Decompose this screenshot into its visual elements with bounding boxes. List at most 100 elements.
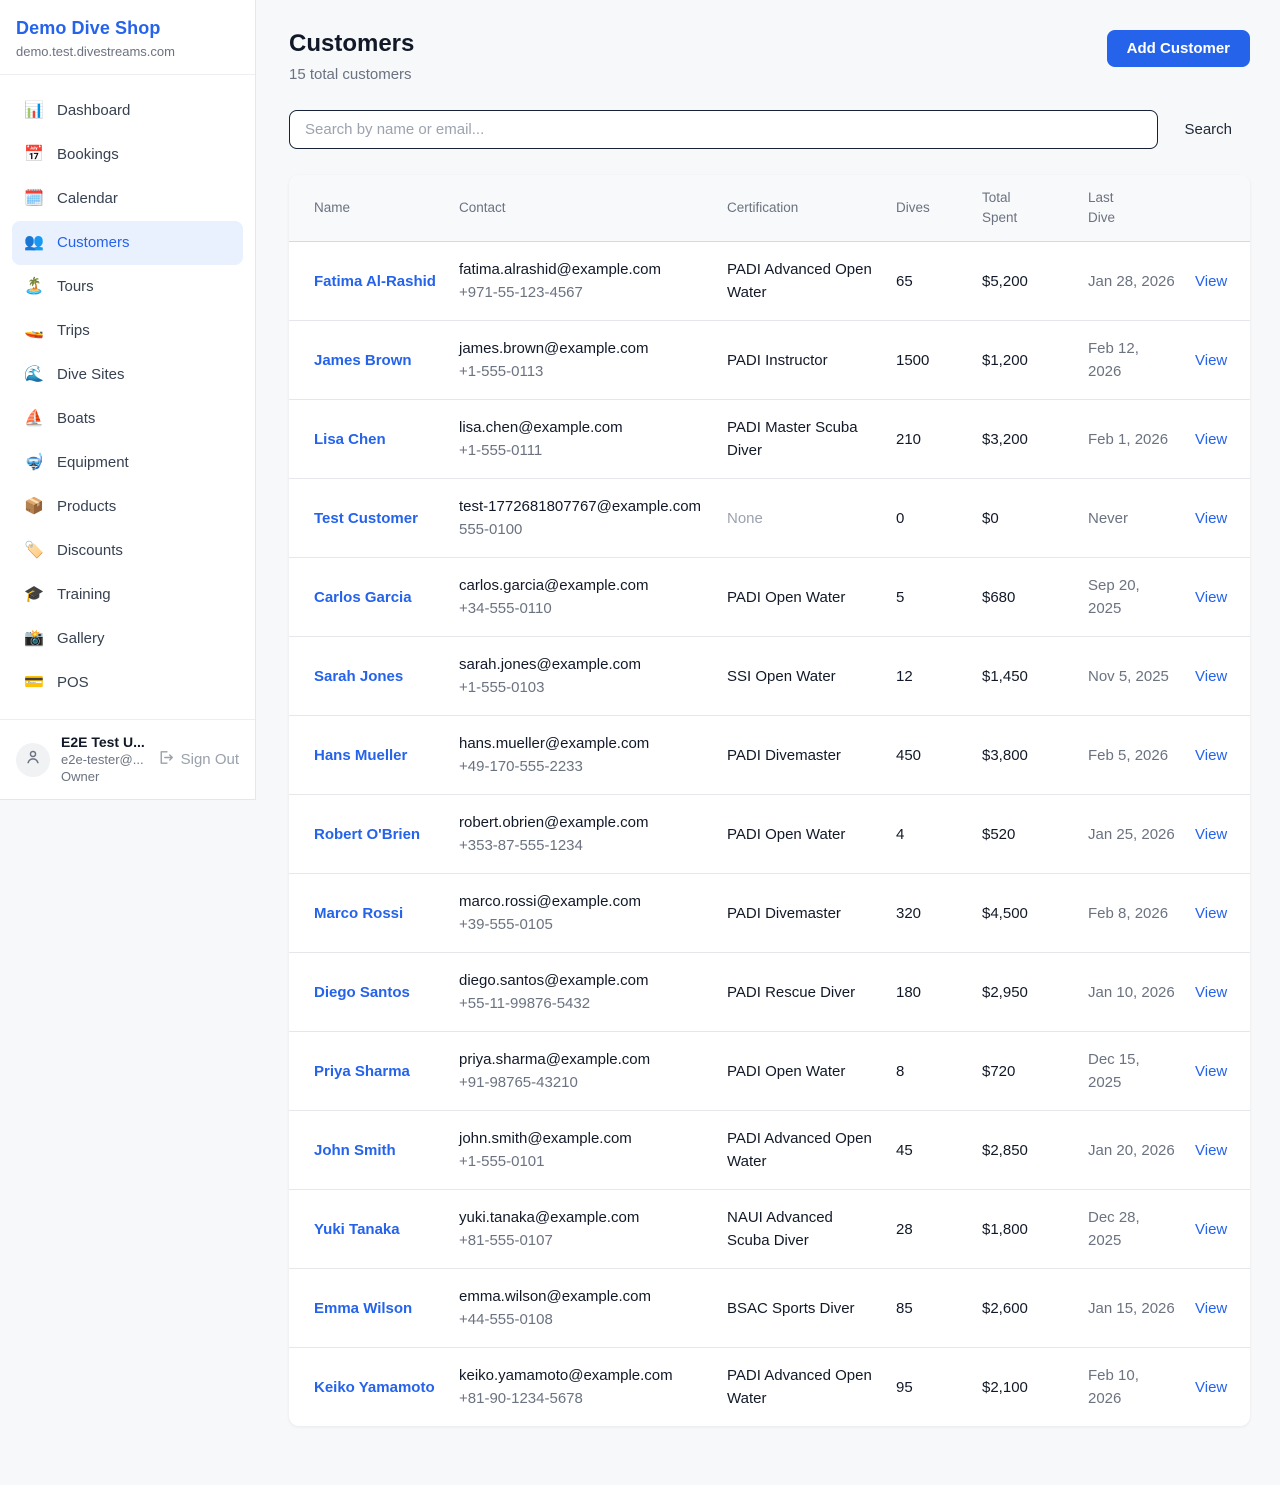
sidebar-item-equipment[interactable]: 🤿 Equipment <box>12 441 243 485</box>
customer-email: james.brown@example.com <box>459 337 707 360</box>
speedboat-icon: 🚤 <box>24 319 44 343</box>
customer-name-link[interactable]: Carlos Garcia <box>314 589 412 606</box>
sidebar-item-bookings[interactable]: 📅 Bookings <box>12 133 243 177</box>
customer-dives: 28 <box>896 1190 982 1269</box>
view-link[interactable]: View <box>1195 1379 1227 1396</box>
sidebar-item-label: Bookings <box>57 143 119 167</box>
sidebar-item-label: Boats <box>57 407 95 431</box>
sidebar-item-dashboard[interactable]: 📊 Dashboard <box>12 89 243 133</box>
table-row: Hans Mueller hans.mueller@example.com +4… <box>289 716 1250 795</box>
sidebar-item-boats[interactable]: ⛵ Boats <box>12 397 243 441</box>
view-link[interactable]: View <box>1195 1221 1227 1238</box>
customer-email: keiko.yamamoto@example.com <box>459 1364 707 1387</box>
customer-name-link[interactable]: Priya Sharma <box>314 1063 410 1080</box>
customer-name-link[interactable]: Robert O'Brien <box>314 826 420 843</box>
view-link[interactable]: View <box>1195 1300 1227 1317</box>
view-link[interactable]: View <box>1195 273 1227 290</box>
sidebar-header: Demo Dive Shop demo.test.divestreams.com <box>0 0 255 75</box>
sidebar-item-label: Products <box>57 495 116 519</box>
customer-name-link[interactable]: Emma Wilson <box>314 1300 412 1317</box>
user-meta: E2E Test U... e2e-tester@... Owner <box>61 734 145 785</box>
customer-name-link[interactable]: Marco Rossi <box>314 905 403 922</box>
table-row: Emma Wilson emma.wilson@example.com +44-… <box>289 1269 1250 1348</box>
sidebar-item-trips[interactable]: 🚤 Trips <box>12 309 243 353</box>
table-row: Yuki Tanaka yuki.tanaka@example.com +81-… <box>289 1190 1250 1269</box>
spiral-calendar-icon: 🗓️ <box>24 187 44 211</box>
view-link[interactable]: View <box>1195 905 1227 922</box>
customer-name-link[interactable]: Test Customer <box>314 510 418 527</box>
customer-email: hans.mueller@example.com <box>459 732 707 755</box>
customer-total-spent: $680 <box>982 558 1088 637</box>
sidebar-item-dive-sites[interactable]: 🌊 Dive Sites <box>12 353 243 397</box>
customer-name-link[interactable]: Hans Mueller <box>314 747 407 764</box>
customer-dives: 450 <box>896 716 982 795</box>
customer-last-dive: Feb 12, 2026 <box>1088 321 1195 400</box>
table-row: Keiko Yamamoto keiko.yamamoto@example.co… <box>289 1348 1250 1427</box>
column-header-certification: Certification <box>727 175 896 242</box>
sidebar-item-label: Calendar <box>57 187 118 211</box>
customer-phone: +91-98765-43210 <box>459 1071 707 1094</box>
customer-last-dive: Feb 5, 2026 <box>1088 716 1195 795</box>
customer-certification: NAUI Advanced Scuba Diver <box>727 1190 896 1269</box>
customer-name-link[interactable]: Sarah Jones <box>314 668 403 685</box>
avatar <box>16 743 50 777</box>
customer-dives: 180 <box>896 953 982 1032</box>
customer-phone: +49-170-555-2233 <box>459 755 707 778</box>
view-link[interactable]: View <box>1195 352 1227 369</box>
sidebar-item-customers[interactable]: 👥 Customers <box>12 221 243 265</box>
sidebar-item-pos[interactable]: 💳 POS <box>12 661 243 705</box>
sign-out-button[interactable]: Sign Out <box>157 749 239 770</box>
view-link[interactable]: View <box>1195 1063 1227 1080</box>
customer-dives: 5 <box>896 558 982 637</box>
customer-name-link[interactable]: John Smith <box>314 1142 396 1159</box>
sidebar-item-label: POS <box>57 671 89 695</box>
customer-dives: 65 <box>896 242 982 321</box>
customer-phone: +1-555-0103 <box>459 676 707 699</box>
view-link[interactable]: View <box>1195 984 1227 1001</box>
view-link[interactable]: View <box>1195 826 1227 843</box>
customer-name-link[interactable]: James Brown <box>314 352 412 369</box>
table-header: NameContactCertificationDivesTotal Spent… <box>289 175 1250 242</box>
view-link[interactable]: View <box>1195 1142 1227 1159</box>
customer-phone: +1-555-0113 <box>459 360 707 383</box>
sidebar-item-label: Tours <box>57 275 94 299</box>
search-button[interactable]: Search <box>1184 121 1232 138</box>
customer-name-link[interactable]: Fatima Al-Rashid <box>314 273 436 290</box>
view-link[interactable]: View <box>1195 589 1227 606</box>
customer-total-spent: $520 <box>982 795 1088 874</box>
customer-name-link[interactable]: Diego Santos <box>314 984 410 1001</box>
sidebar-item-discounts[interactable]: 🏷️ Discounts <box>12 529 243 573</box>
desert-island-icon: 🏝️ <box>24 275 44 299</box>
page-title: Customers <box>289 30 414 58</box>
customer-name-link[interactable]: Keiko Yamamoto <box>314 1379 435 1396</box>
sidebar-item-label: Gallery <box>57 627 105 651</box>
customer-email: priya.sharma@example.com <box>459 1048 707 1071</box>
sidebar-item-calendar[interactable]: 🗓️ Calendar <box>12 177 243 221</box>
sidebar-item-training[interactable]: 🎓 Training <box>12 573 243 617</box>
graduation-cap-icon: 🎓 <box>24 583 44 607</box>
logout-icon <box>157 749 174 770</box>
customer-certification: BSAC Sports Diver <box>727 1269 896 1348</box>
customer-name-link[interactable]: Lisa Chen <box>314 431 386 448</box>
search-input[interactable] <box>289 110 1158 149</box>
view-link[interactable]: View <box>1195 668 1227 685</box>
customer-email: diego.santos@example.com <box>459 969 707 992</box>
customer-certification: PADI Open Water <box>727 1032 896 1111</box>
table-row: Marco Rossi marco.rossi@example.com +39-… <box>289 874 1250 953</box>
customer-email: carlos.garcia@example.com <box>459 574 707 597</box>
column-header-total-spent: Total Spent <box>982 175 1088 242</box>
sidebar-item-label: Discounts <box>57 539 123 563</box>
customer-phone: +353-87-555-1234 <box>459 834 707 857</box>
customer-phone: +1-555-0111 <box>459 439 707 462</box>
shop-title: Demo Dive Shop <box>16 18 239 39</box>
customer-name-link[interactable]: Yuki Tanaka <box>314 1221 400 1238</box>
customer-dives: 8 <box>896 1032 982 1111</box>
sidebar-item-products[interactable]: 📦 Products <box>12 485 243 529</box>
add-customer-button[interactable]: Add Customer <box>1107 30 1250 67</box>
view-link[interactable]: View <box>1195 431 1227 448</box>
view-link[interactable]: View <box>1195 510 1227 527</box>
sidebar-item-gallery[interactable]: 📸 Gallery <box>12 617 243 661</box>
customer-email: john.smith@example.com <box>459 1127 707 1150</box>
view-link[interactable]: View <box>1195 747 1227 764</box>
sidebar-item-tours[interactable]: 🏝️ Tours <box>12 265 243 309</box>
